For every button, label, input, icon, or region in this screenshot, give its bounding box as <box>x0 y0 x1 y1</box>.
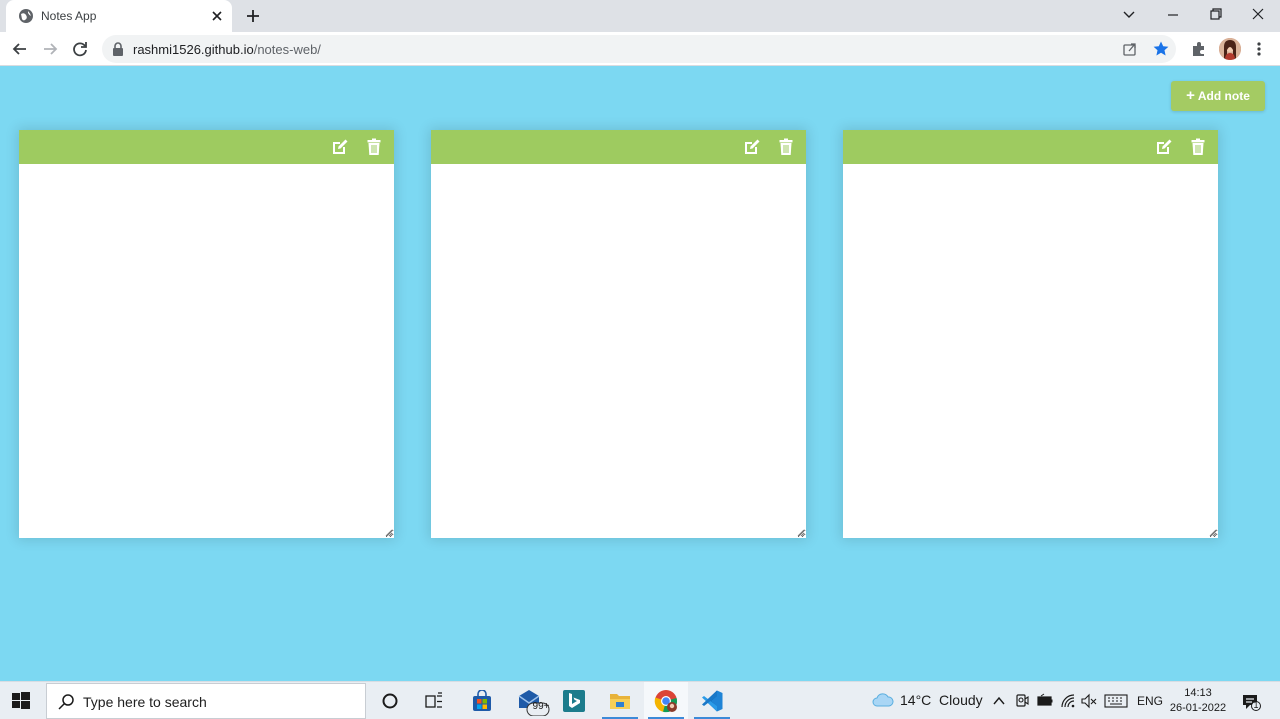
url-host: rashmi1526.github.io <box>133 42 254 57</box>
reload-icon[interactable] <box>70 39 90 59</box>
file-explorer-button[interactable] <box>598 682 642 719</box>
note-card <box>431 130 806 538</box>
extensions-puzzle-icon[interactable] <box>1190 40 1208 58</box>
weather-text: 14°C Cloudy <box>900 692 983 708</box>
note-header <box>843 130 1218 164</box>
mail-badge: 99+ <box>532 701 550 712</box>
tab-search-chevron-icon[interactable] <box>1117 4 1141 24</box>
mail-button[interactable]: 99+ <box>508 682 554 719</box>
tab-title: Notes App <box>41 9 97 23</box>
forward-icon[interactable] <box>40 39 60 59</box>
restore-icon[interactable] <box>1203 4 1227 24</box>
url-path: /notes-web/ <box>253 42 321 57</box>
chrome-button[interactable] <box>644 682 688 719</box>
resize-grip-icon[interactable] <box>1209 529 1217 537</box>
minimize-icon[interactable] <box>1161 4 1185 24</box>
clock-date: 26-01-2022 <box>1169 702 1227 714</box>
cortana-button[interactable] <box>368 682 412 719</box>
input-language[interactable]: ENG <box>1137 694 1163 708</box>
avatar-image <box>1219 38 1241 60</box>
delete-trash-icon[interactable] <box>777 138 795 156</box>
volume-muted-icon[interactable] <box>1081 693 1097 709</box>
note-header <box>431 130 806 164</box>
bing-icon <box>563 689 585 712</box>
delete-trash-icon[interactable] <box>365 138 383 156</box>
show-hidden-icons-chevron-icon[interactable] <box>992 694 1006 708</box>
search-icon <box>58 694 74 710</box>
browser-tab-strip: Notes App <box>0 0 1280 32</box>
notification-count: 1 <box>1253 700 1259 710</box>
windows-start-icon[interactable] <box>12 692 30 710</box>
profile-avatar[interactable] <box>1219 38 1241 60</box>
new-tab-icon[interactable] <box>244 7 262 25</box>
action-center-button[interactable]: 1 <box>1241 692 1261 712</box>
resize-grip-icon[interactable] <box>797 529 805 537</box>
wifi-icon[interactable] <box>1060 693 1076 709</box>
file-explorer-icon <box>610 693 630 709</box>
resize-grip-icon[interactable] <box>385 529 393 537</box>
plus-icon: + <box>1186 87 1195 104</box>
edit-icon[interactable] <box>1155 138 1173 156</box>
microsoft-store-button[interactable] <box>460 682 504 719</box>
delete-trash-icon[interactable] <box>1189 138 1207 156</box>
vscode-icon <box>702 690 723 711</box>
meet-now-icon[interactable] <box>1014 693 1030 709</box>
weather-widget[interactable]: 14°C Cloudy <box>872 692 983 708</box>
browser-tab[interactable]: Notes App <box>6 0 232 32</box>
task-view-button[interactable] <box>412 682 456 719</box>
address-bar[interactable]: rashmi1526.github.io/notes-web/ <box>102 35 1176 63</box>
add-note-button[interactable]: + Add note <box>1171 81 1265 111</box>
cortana-icon <box>382 693 398 708</box>
windows-taskbar: Type here to search 99+ 14°C Cloudy ENG … <box>0 681 1280 719</box>
note-card <box>19 130 394 538</box>
chrome-icon <box>654 689 677 712</box>
search-placeholder: Type here to search <box>83 694 207 710</box>
clock-time: 14:13 <box>1184 687 1212 699</box>
url-text[interactable]: rashmi1526.github.io/notes-web/ <box>133 42 321 57</box>
bookmark-star-icon[interactable] <box>1152 40 1170 58</box>
task-view-icon <box>425 691 442 708</box>
edit-icon[interactable] <box>743 138 761 156</box>
close-tab-icon[interactable] <box>209 8 225 24</box>
globe-icon <box>19 9 33 23</box>
note-textarea[interactable] <box>843 164 1218 538</box>
note-card <box>843 130 1218 538</box>
battery-icon[interactable] <box>1037 693 1053 709</box>
share-icon[interactable] <box>1122 41 1138 57</box>
note-textarea[interactable] <box>19 164 394 538</box>
lock-icon[interactable] <box>112 42 124 56</box>
touch-keyboard-icon[interactable] <box>1104 693 1128 709</box>
notes-page: + Add note <box>0 67 1280 681</box>
add-note-label: Add note <box>1197 89 1250 103</box>
note-header <box>19 130 394 164</box>
vscode-button[interactable] <box>690 682 734 719</box>
note-textarea[interactable] <box>431 164 806 538</box>
browser-toolbar: rashmi1526.github.io/notes-web/ <box>0 32 1280 66</box>
browser-menu-icon[interactable] <box>1252 40 1266 58</box>
store-icon <box>473 689 491 711</box>
cloudy-weather-icon <box>872 693 894 707</box>
edit-icon[interactable] <box>331 138 349 156</box>
close-window-icon[interactable] <box>1246 4 1270 24</box>
clock[interactable]: 14:13 26-01-2022 <box>1166 686 1230 716</box>
bing-button[interactable] <box>552 682 596 719</box>
taskbar-search-box[interactable]: Type here to search <box>46 683 366 719</box>
back-icon[interactable] <box>10 39 30 59</box>
